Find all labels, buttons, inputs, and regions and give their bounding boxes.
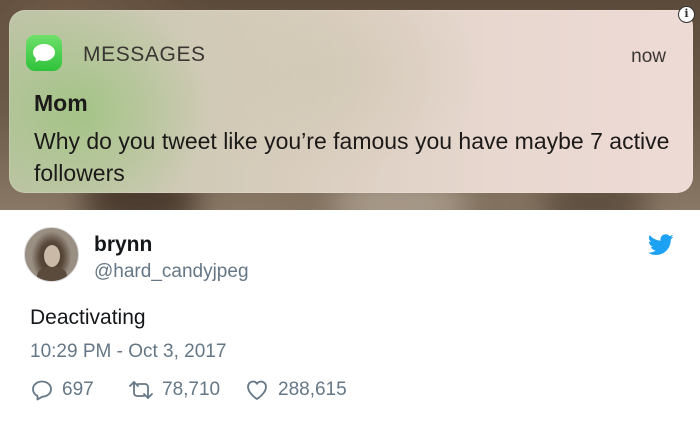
like-count: 288,615 [278,379,347,400]
messages-app-icon [26,35,62,71]
notification-time: now [631,46,666,67]
retweet-icon [129,381,153,399]
reply-count: 697 [62,379,94,400]
tweet-timestamp[interactable]: 10:29 PM - Oct 3, 2017 [30,341,226,363]
retweet-button[interactable]: 78,710 [128,377,220,403]
heart-icon [247,380,267,400]
like-button[interactable]: 288,615 [244,377,347,403]
tweet-text: Deactivating [30,306,146,329]
display-name[interactable]: brynn [94,233,152,257]
info-icon[interactable]: i [678,6,695,23]
notification-app-name: MESSAGES [83,43,206,66]
user-handle[interactable]: @hard_candyjpeg [94,261,249,283]
notification-sender: Mom [34,90,88,116]
twitter-bird-icon[interactable] [648,234,674,256]
message-notification[interactable]: MESSAGES now Mom Why do you tweet like y… [9,10,693,193]
notification-background: MESSAGES now Mom Why do you tweet like y… [0,0,700,210]
retweet-count: 78,710 [162,379,221,400]
avatar[interactable] [24,227,79,282]
reply-icon [32,380,52,401]
reply-button[interactable]: 697 [30,377,94,403]
notification-message: Why do you tweet like you’re famous you … [34,128,670,186]
